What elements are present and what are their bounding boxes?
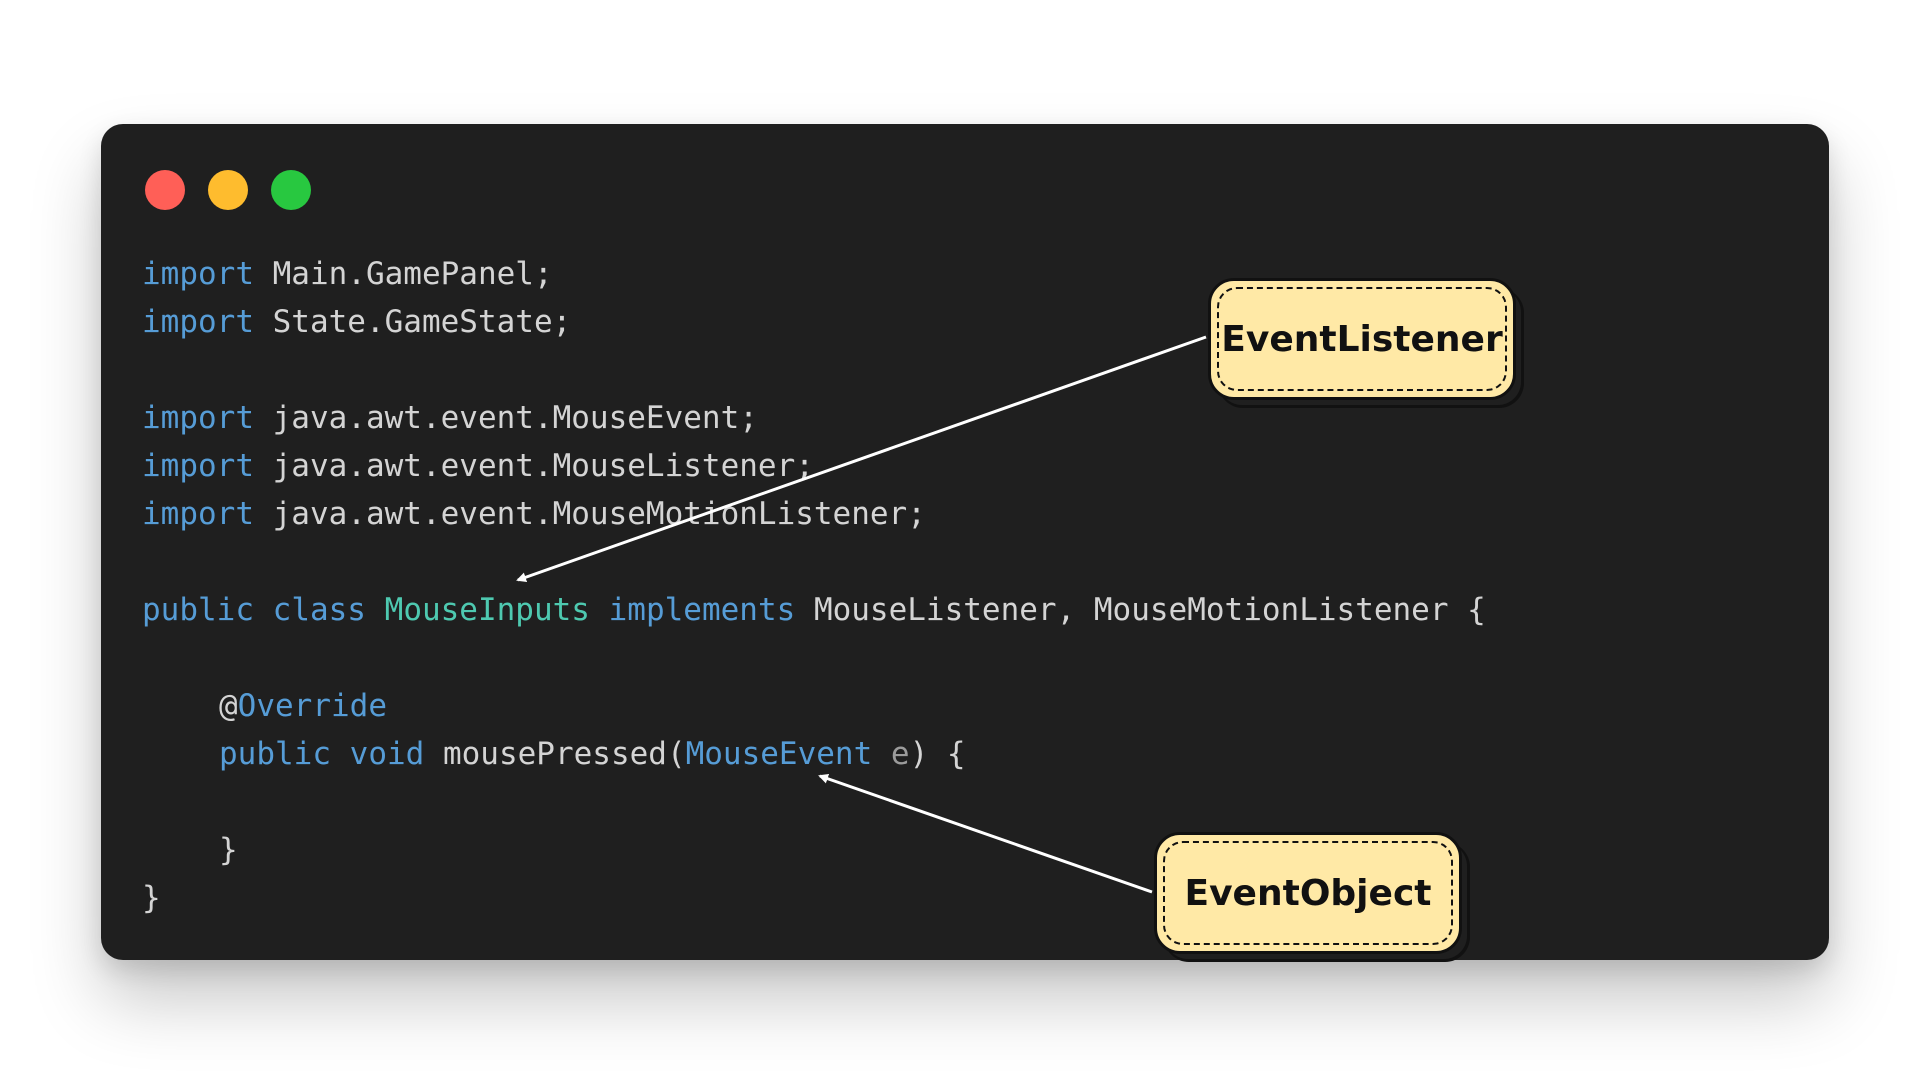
event-object-callout: EventObject (1154, 832, 1462, 954)
event-object-arrow (818, 773, 1153, 894)
event-listener-arrow (516, 335, 1207, 583)
annotation-arrows (516, 335, 1207, 894)
event-object-label: EventObject (1184, 872, 1432, 914)
event-listener-label: EventListener (1221, 318, 1503, 360)
event-listener-callout: EventListener (1208, 278, 1516, 400)
